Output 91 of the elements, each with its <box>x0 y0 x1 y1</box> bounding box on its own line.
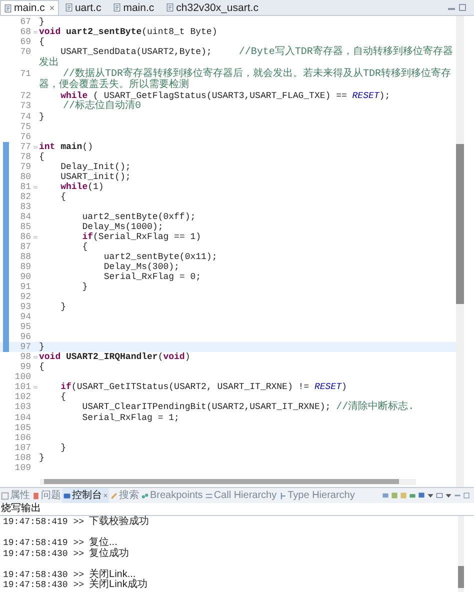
code-line[interactable]: //标志位自动清0 <box>39 101 456 112</box>
line-number: 106 <box>14 433 31 443</box>
line-number: 103 <box>14 402 31 412</box>
code-line[interactable]: Delay_Init(); <box>39 162 456 172</box>
code-line[interactable]: int main() <box>39 142 456 152</box>
line-number: 67 <box>19 17 31 27</box>
line-number: 94 <box>19 312 31 322</box>
line-number: 81 <box>19 182 31 192</box>
line-number: 101 <box>14 382 31 392</box>
code-line[interactable]: uart2_sentByte(0xff); <box>39 212 456 222</box>
console-message: 复位成功 <box>89 548 130 559</box>
code-line[interactable]: { <box>39 362 456 372</box>
editor-tab[interactable]: uart.c <box>58 0 108 15</box>
line-number: 83 <box>19 202 31 212</box>
line-number: 108 <box>14 453 31 463</box>
code-line[interactable]: uart2_sentByte(0x11); <box>39 252 456 262</box>
line-number: 70 <box>19 47 31 57</box>
code-line[interactable]: } <box>39 112 456 122</box>
console-title: 烧写输出 <box>1 503 41 515</box>
console-timestamp: 19:47:58:430 >> <box>3 548 84 559</box>
line-number: 96 <box>19 332 31 342</box>
line-number: 75 <box>19 122 31 132</box>
line-number: 85 <box>19 222 31 232</box>
console-message: 关闭Link成功 <box>89 580 148 590</box>
line-number: 87 <box>19 242 31 252</box>
code-line[interactable]: } <box>39 302 456 312</box>
line-number: 109 <box>14 463 31 473</box>
code-line[interactable]: if(Serial_RxFlag == 1) <box>39 232 456 242</box>
line-number: 76 <box>19 132 31 142</box>
line-number: 95 <box>19 322 31 332</box>
code-line[interactable]: } <box>39 443 456 453</box>
code-line[interactable]: } <box>39 17 456 27</box>
code-line[interactable]: } <box>39 342 456 352</box>
editor-tab[interactable]: main.c <box>107 0 160 15</box>
line-number: 88 <box>19 252 31 262</box>
line-number: 69 <box>19 37 31 47</box>
code-line[interactable]: USART_init(); <box>39 172 456 182</box>
code-line[interactable]: } <box>39 282 456 292</box>
console-timestamp: 19:47:58:419 >> <box>3 517 84 528</box>
line-number: 107 <box>14 443 31 453</box>
line-number: 100 <box>14 372 31 382</box>
code-line[interactable]: } <box>39 453 456 463</box>
line-number: 90 <box>19 272 31 282</box>
line-number: 78 <box>19 152 31 162</box>
line-number: 91 <box>19 282 31 292</box>
line-number: 105 <box>14 423 31 433</box>
code-line[interactable]: while ( USART_GetFlagStatus(USART3,USART_FLAG_TXE) == RESET); <box>39 91 456 101</box>
line-number: 68 <box>19 27 31 37</box>
line-number: 73 <box>19 101 31 111</box>
console-message: 复位... <box>89 538 118 548</box>
line-number: 89 <box>19 262 31 272</box>
console-timestamp: 19:47:58:430 >> <box>3 570 84 580</box>
line-number: 80 <box>19 172 31 182</box>
code-line[interactable]: Delay_Ms(1000); <box>39 222 456 232</box>
code-line[interactable]: void uart2_sentByte(uint8_t Byte) <box>39 27 456 37</box>
panel-tab[interactable]: 控制台 <box>62 488 109 503</box>
code-line[interactable]: USART_SendData(USART2,Byte); //Byte写入TDR寄存器，自动转移到移位寄存器发出 <box>39 47 456 69</box>
code-line[interactable]: Delay_Ms(300); <box>39 262 456 272</box>
code-line[interactable]: { <box>39 242 456 252</box>
editor-tab[interactable]: main.c <box>0 0 59 15</box>
code-line[interactable]: USART_ClearITPendingBit(USART2,USART_IT_RXNE); //清除中断标志. <box>39 402 456 413</box>
code-line[interactable]: { <box>39 37 456 47</box>
line-number: 74 <box>19 112 31 122</box>
line-number: 98 <box>19 352 31 362</box>
code-line[interactable]: { <box>39 152 456 162</box>
code-line[interactable]: void USART2_IRQHandler(void) <box>39 352 456 362</box>
line-number: 93 <box>19 302 31 312</box>
line-number: 79 <box>19 162 31 172</box>
line-number: 104 <box>14 413 31 423</box>
line-number: 82 <box>19 192 31 202</box>
code-line[interactable]: if(USART_GetITStatus(USART2, USART_IT_RXNE) != RESET) <box>39 382 456 392</box>
console-timestamp: 19:47:58:419 >> <box>3 538 84 548</box>
line-number: 72 <box>19 91 31 101</box>
console-timestamp: 19:47:58:430 >> <box>3 580 84 590</box>
line-number: 92 <box>19 292 31 302</box>
code-line[interactable]: Serial_RxFlag = 1; <box>39 413 456 423</box>
console-message: 下载校验成功 <box>89 517 150 528</box>
line-number: 84 <box>19 212 31 222</box>
code-line[interactable]: //数据从TDR寄存器转移到移位寄存器后，就会发出。若未来得及从TDR转移到移位寄存器，便会覆盖丢失。所以需要检测 <box>39 69 456 91</box>
code-line[interactable]: Serial_RxFlag = 0; <box>39 272 456 282</box>
line-number: 99 <box>19 362 31 372</box>
code-line[interactable]: { <box>39 192 456 202</box>
code-line[interactable]: while(1) <box>39 182 456 192</box>
line-number: 77 <box>19 142 31 152</box>
console-message: 关闭Link... <box>89 570 136 580</box>
line-number: 97 <box>19 342 31 352</box>
code-line[interactable]: { <box>39 392 456 402</box>
line-number: 86 <box>19 232 31 242</box>
line-number: 71 <box>19 69 31 79</box>
line-number: 102 <box>14 392 31 402</box>
editor-tab[interactable]: ch32v30x_usart.c <box>160 0 264 15</box>
